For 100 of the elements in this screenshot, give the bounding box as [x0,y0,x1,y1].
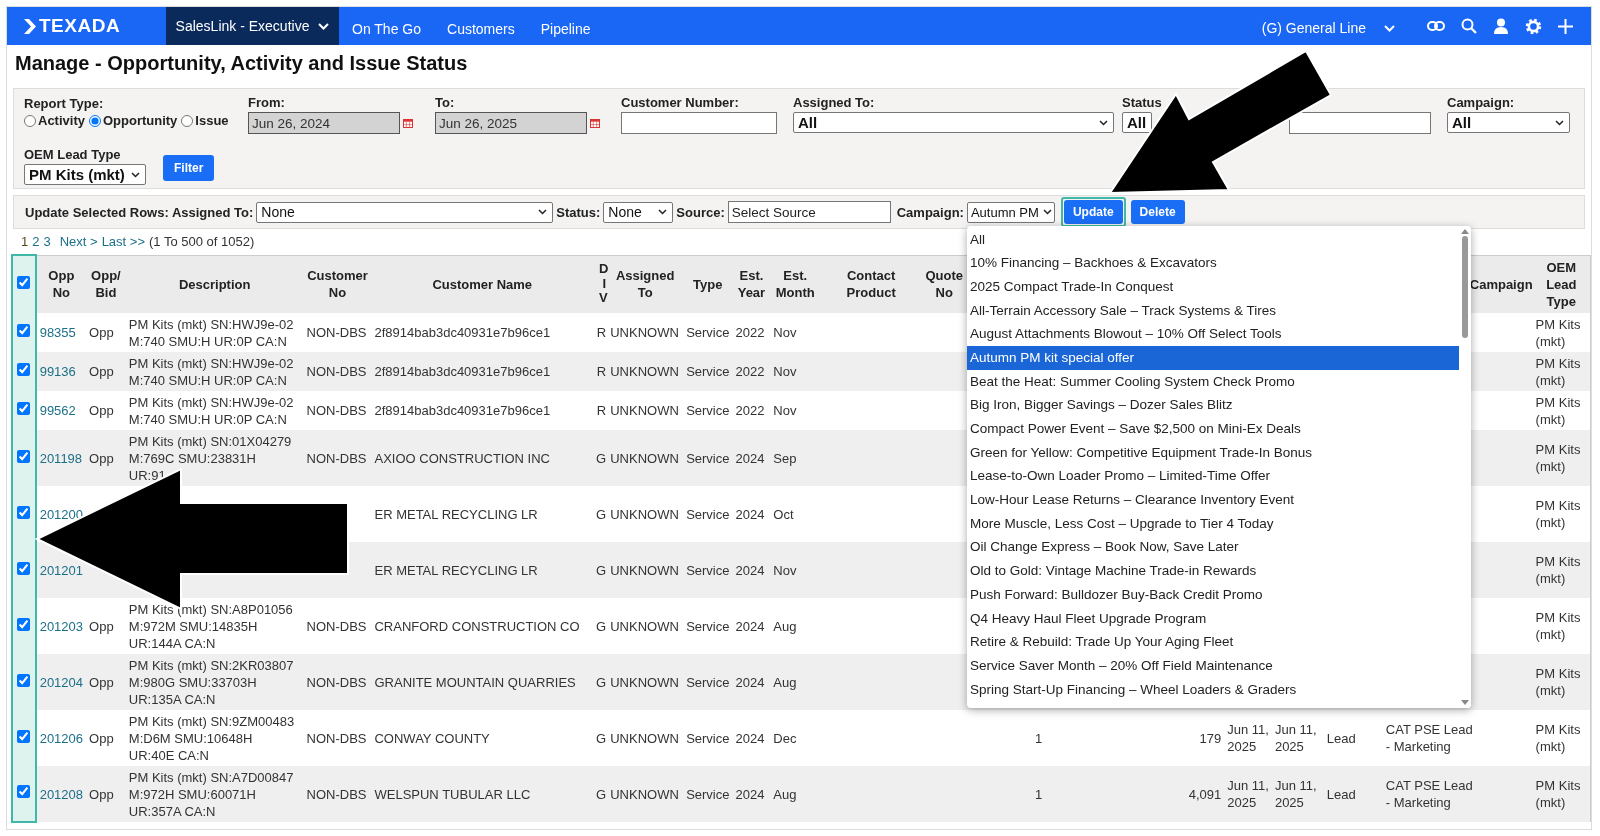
dropdown[interactable]: None [603,201,674,223]
table-cell: Jun 11, 2025 [1224,766,1272,822]
dropdown-option[interactable]: Spring Start-Up Financing – Wheel Loaders & Graders [966,677,1459,702]
dropdown-option[interactable]: Low-Hour Lease Returns – Clearance Inventory Event [966,488,1459,512]
table-cell: G [593,654,608,710]
table-cell: Opp [86,598,126,654]
line-selector[interactable]: (G) General Line [1255,19,1401,37]
dropdown-option[interactable]: Old to Gold: Vintage Machine Trade-in Rewards [966,559,1459,583]
dropdown[interactable]: None [256,201,554,223]
table-cell: UNKNOWN [607,486,684,542]
table-cell: PM Kits (mkt) SN:2KR03807 M:980G SMU:33703H UR:135A CA:N [125,654,304,710]
dropdown[interactable]: All [1122,112,1152,133]
page-title: Manage - Opportunity, Activity and Issue Status [15,52,469,75]
date-field[interactable]: Jun 26, 2024 [248,112,400,134]
page-link[interactable]: 1 [21,234,29,251]
opp-link[interactable]: 201200 [39,506,84,522]
table-cell: PM Kits (mkt) [1532,542,1591,598]
column-header: Assigned To [607,255,684,313]
column-header: Type [683,255,733,313]
last-link[interactable]: Last >> [101,234,145,251]
table-cell: Nov [770,313,821,352]
field-label: Customer Number: [621,95,740,110]
page-link[interactable]: 3 [43,234,51,251]
date-field[interactable]: Jun 26, 2025 [435,112,587,134]
page-link[interactable]: 2 [32,234,40,251]
dropdown-option[interactable]: Compact Power Event – Save $2,500 on Mini-Ex Deals [966,417,1459,441]
table-cell: NON-DBS [303,654,372,710]
nav-link[interactable]: Pipeline [540,20,591,37]
table-cell: G [593,486,608,542]
table-cell: 179 [1111,710,1225,766]
opp-link[interactable]: 201206 [39,730,84,746]
dropdown[interactable]: Autumn PM [966,201,1055,223]
table-cell: PM Kits (mkt) [1532,352,1591,391]
dropdown-option[interactable]: August Attachments Blowout – 10% Off Select Tools [966,322,1459,346]
dropdown-option[interactable]: Retire & Rebuild: Trade Up Your Aging Fleet [966,630,1459,654]
delete-button[interactable]: Delete [1130,200,1185,224]
table-cell: Service [683,486,733,542]
nav-link[interactable]: On The Go [352,20,421,37]
table-cell: PM Kits (mkt) SN:HWJ9e-02 M:740 SMU:H UR:0P CA:N [125,313,304,352]
table-cell: UNKNOWN [607,313,684,352]
table-cell: Service [683,598,733,654]
opp-link[interactable]: 201203 [39,618,84,634]
dropdown-option[interactable]: Lease-to-Own Loader Promo – Limited-Time Offer [966,464,1459,489]
table-cell: 2024 [732,710,771,766]
radio-label: Opportunity [102,113,178,128]
table-cell: UNKNOWN [607,352,684,391]
opp-link[interactable]: 201198 [39,450,83,466]
table-cell: AXIOO CONSTRUCTION INC [371,430,594,486]
table-cell: UNKNOWN [607,710,684,766]
table-cell: Service [683,710,733,766]
column-header: Quote No [922,255,967,313]
opp-link[interactable]: 201208 [39,786,84,802]
table-cell: CRANFORD CONSTRUCTION CO [371,598,594,654]
opp-link[interactable]: 99136 [39,364,76,379]
table-cell: Opp [86,766,126,822]
column-header: Est. Month [770,255,821,313]
column-header: Customer No [303,255,372,313]
table-cell: PM Kits (mkt) SN:A8P01056 M:972M SMU:14835H UR:144A CA:N [125,598,304,654]
table-cell: Opp [86,313,126,352]
table-cell: 2f8914bab3dc40931e7b96ce1 [371,313,594,352]
dropdown[interactable]: All [793,112,1114,133]
dropdown-option[interactable]: Autumn PM kit special offer [966,345,1459,370]
table-cell: PM Kits (mkt) SN:HWJ9e-02 M:740 SMU:H UR:0P CA:N [125,391,304,430]
opp-link[interactable]: 201204 [39,674,84,690]
opp-link[interactable]: 98355 [39,325,76,340]
table-cell: NON-DBS [303,391,372,430]
dropdown-option[interactable]: More Muscle, Less Cost – Upgrade to Tier 4 Today [966,511,1459,536]
table-cell: R [593,313,608,352]
table-cell: G [593,598,608,654]
filter-button[interactable]: Filter [163,155,215,181]
opp-link[interactable]: 201201 [39,562,84,578]
table-cell: UNKNOWN [607,654,684,710]
dropdown-option[interactable]: Service Saver Month – 20% Off Field Maintenance [966,653,1459,678]
dropdown-option[interactable]: Q4 Heavy Haul Fleet Upgrade Program [966,606,1459,631]
opp-link[interactable]: 99562 [39,403,76,418]
update-button[interactable]: Update [1063,200,1123,224]
app-menu-button[interactable]: SalesLink - Executive [166,7,339,45]
dropdown-option[interactable]: Big Iron, Bigger Savings – Dozer Sales Blitz [966,393,1459,417]
dropdown-option[interactable]: All [966,227,1459,252]
dropdown-option[interactable]: Green for Yellow: Competitive Equipment Trade-In Bonus [966,440,1459,465]
table-cell: 2024 [732,598,771,654]
table-cell: 4,091 [1111,766,1225,822]
next-link[interactable]: Next > [59,234,98,251]
column-header: OEM Lead Type [1532,255,1591,313]
table-cell: WELSPUN TUBULAR LLC [371,766,594,822]
field-label: Source: [676,204,725,220]
table-cell: Opp [86,430,126,486]
dropdown-option[interactable]: Beat the Heat: Summer Cooling System Check Promo [966,369,1459,394]
field-label: Report Type: [24,96,105,111]
table-cell: Lead [1323,710,1383,766]
dropdown-option[interactable]: Push Forward: Bulldozer Buy-Back Credit Promo [966,582,1459,607]
table-cell: 2022 [732,313,771,352]
dropdown[interactable]: All [1447,112,1570,133]
source-field[interactable]: Select Source [727,201,891,223]
table-cell: UNKNOWN [607,430,684,486]
table-cell: Service [683,654,733,710]
dropdown[interactable]: PM Kits (mkt) [24,164,146,185]
dropdown-option[interactable]: Oil Change Express – Book Now, Save Later [966,535,1459,560]
radio-label: Activity [38,113,85,128]
nav-link[interactable]: Customers [447,20,515,37]
